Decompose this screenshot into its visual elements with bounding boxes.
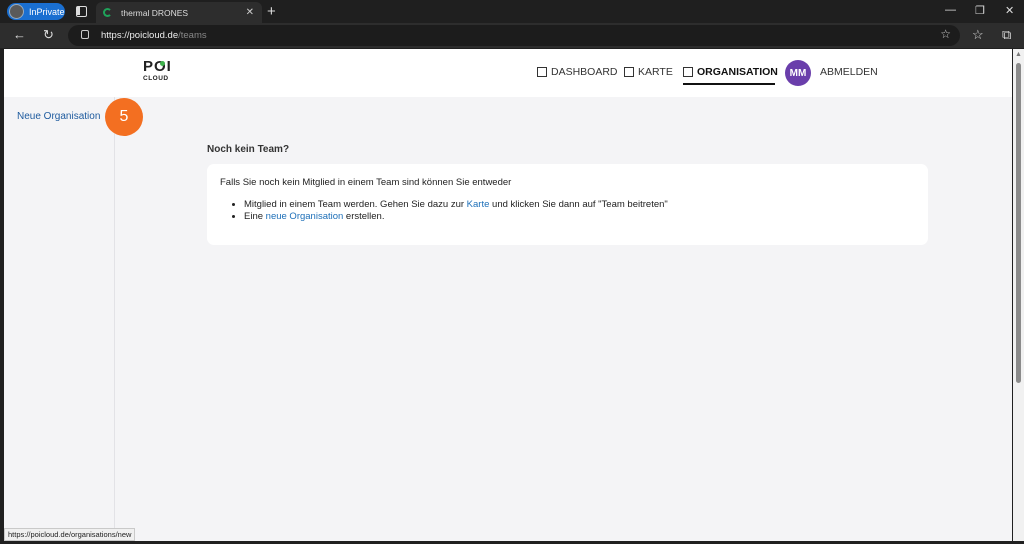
browser-titlebar: InPrivate thermal DRONES ✕ + — ❐ ✕ <box>0 0 1024 23</box>
active-nav-underline <box>683 83 775 85</box>
nav-dashboard[interactable]: DASHBOARD <box>537 66 618 78</box>
address-bar[interactable]: https://poicloud.de/teams ☆ <box>68 25 960 46</box>
list-item: Mitglied in einem Team werden. Gehen Sie… <box>244 199 668 211</box>
scrollbar-thumb[interactable] <box>1016 63 1021 383</box>
lock-icon <box>81 30 89 39</box>
extensions-icon[interactable]: ⧉ <box>1002 27 1011 43</box>
close-tab-icon[interactable]: ✕ <box>246 7 254 18</box>
page-title: Noch kein Team? <box>207 144 290 155</box>
map-icon <box>624 67 634 77</box>
info-card: Falls Sie noch kein Mitglied in einem Te… <box>207 164 928 245</box>
close-window-icon[interactable]: ✕ <box>1005 4 1014 17</box>
neue-organisation-link[interactable]: neue Organisation <box>266 211 344 222</box>
url-text: https://poicloud.de/teams <box>101 30 207 41</box>
back-icon[interactable]: ← <box>13 27 26 42</box>
loading-favicon-icon <box>103 8 112 17</box>
poicloud-logo[interactable]: POI CLOUD <box>143 59 183 85</box>
organisation-icon <box>683 67 693 77</box>
profile-icon <box>9 4 24 19</box>
sidebar: Neue Organisation <box>4 97 115 541</box>
options-list: Mitglied in einem Team werden. Gehen Sie… <box>244 199 668 223</box>
restore-icon[interactable]: ❐ <box>975 4 985 17</box>
tab-actions-icon[interactable] <box>76 6 87 17</box>
step-badge: 5 <box>105 98 143 136</box>
page-scrollbar[interactable]: ▲ <box>1013 49 1024 541</box>
browser-toolbar: ← ↻ https://poicloud.de/teams ☆ ☆ ⧉ <box>0 23 1024 48</box>
scroll-up-icon[interactable]: ▲ <box>1015 51 1022 58</box>
favorite-star-icon[interactable]: ☆ <box>940 27 951 41</box>
web-page: POI CLOUD DASHBOARD KARTE ORGANISATION M… <box>4 49 1012 541</box>
karte-link[interactable]: Karte <box>467 199 490 210</box>
dashboard-icon <box>537 67 547 77</box>
minimize-icon[interactable]: — <box>945 4 956 16</box>
status-bar-url: https://poicloud.de/organisations/new <box>4 528 136 541</box>
inprivate-badge[interactable]: InPrivate <box>7 3 65 20</box>
user-avatar[interactable]: MM <box>785 60 811 86</box>
list-item: Eine neue Organisation erstellen. <box>244 211 668 223</box>
new-organisation-link[interactable]: Neue Organisation <box>17 111 100 122</box>
new-tab-icon[interactable]: + <box>267 3 276 20</box>
nav-organisation[interactable]: ORGANISATION <box>683 66 778 78</box>
browser-tab[interactable]: thermal DRONES ✕ <box>96 2 262 23</box>
nav-karte[interactable]: KARTE <box>624 66 673 78</box>
nav-abmelden[interactable]: ABMELDEN <box>820 66 878 78</box>
favorites-icon[interactable]: ☆ <box>972 27 984 43</box>
refresh-icon[interactable]: ↻ <box>43 27 54 43</box>
site-header: POI CLOUD DASHBOARD KARTE ORGANISATION M… <box>4 49 1012 97</box>
inprivate-label: InPrivate <box>29 6 65 17</box>
logo-dot <box>160 61 165 66</box>
intro-text: Falls Sie noch kein Mitglied in einem Te… <box>220 177 512 188</box>
tab-title: thermal DRONES <box>121 7 189 18</box>
